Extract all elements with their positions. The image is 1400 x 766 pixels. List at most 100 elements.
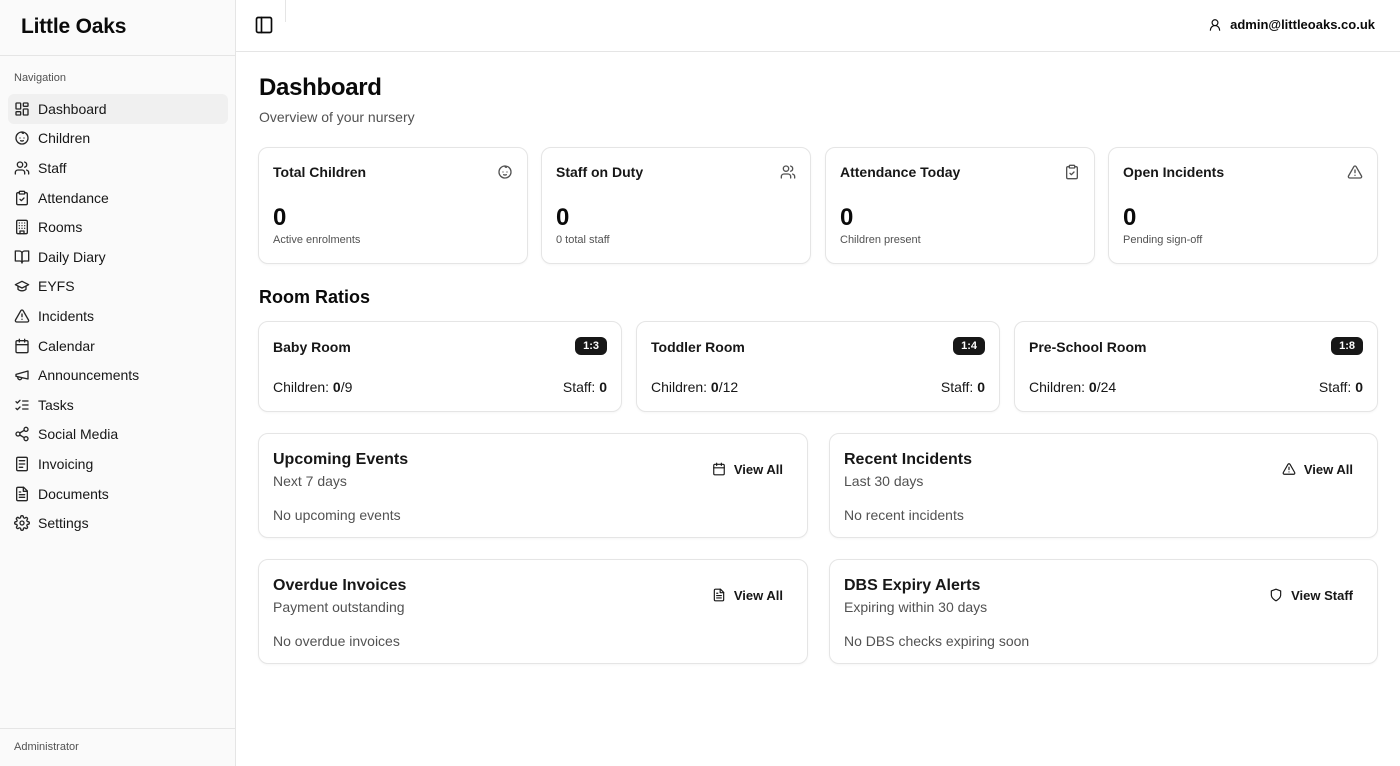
sidebar-item-label: Announcements: [38, 367, 140, 384]
sidebar-item-label: Attendance: [38, 189, 109, 206]
empty-state: No upcoming events: [273, 507, 401, 523]
panel-dbs-expiry-alerts: DBS Expiry Alerts Expiring within 30 day…: [829, 559, 1378, 664]
book-open-icon: [14, 249, 30, 265]
divider: [285, 0, 286, 22]
sidebar-nav: Dashboard Children Staff Attendance Room…: [8, 94, 228, 538]
nav-section-label: Navigation: [14, 72, 66, 84]
empty-state: No overdue invoices: [273, 633, 400, 649]
page-title: Dashboard: [259, 74, 382, 101]
clipboard-check-icon: [1064, 164, 1080, 180]
room-children-count: Children: 0/9: [273, 379, 353, 395]
sidebar-item-label: Staff: [38, 159, 67, 176]
panel-recent-incidents: Recent Incidents Last 30 days No recent …: [829, 433, 1378, 538]
alert-triangle-icon: [1282, 462, 1296, 476]
stat-subtitle: Pending sign-off: [1123, 234, 1203, 246]
stat-title: Attendance Today: [840, 164, 961, 180]
user-email: admin@littleoaks.co.uk: [1230, 17, 1375, 32]
room-ratios-heading: Room Ratios: [259, 287, 371, 307]
sidebar-item-tasks[interactable]: Tasks: [8, 390, 228, 420]
room-card-pre-school[interactable]: Pre-School Room 1:8 Children: 0/24 Staff…: [1014, 321, 1378, 412]
room-name: Baby Room: [273, 339, 351, 355]
room-children-count: Children: 0/12: [651, 379, 739, 395]
panel-subtitle: Next 7 days: [273, 473, 347, 489]
app-logo[interactable]: Little Oaks: [0, 0, 235, 56]
stat-card-total-children: Total Children 0 Active enrolments: [258, 147, 528, 264]
sidebar-item-invoicing[interactable]: Invoicing: [8, 449, 228, 479]
sidebar-item-staff[interactable]: Staff: [8, 153, 228, 183]
stat-subtitle: Active enrolments: [273, 234, 361, 246]
dashboard-icon: [14, 101, 30, 117]
ratio-badge: 1:4: [953, 337, 985, 355]
stat-card-staff-on-duty: Staff on Duty 0 0 total staff: [541, 147, 811, 264]
users-icon: [14, 160, 30, 176]
view-all-incidents-button[interactable]: View All: [1272, 458, 1363, 480]
view-all-events-button[interactable]: View All: [702, 458, 793, 480]
page-subtitle: Overview of your nursery: [259, 109, 415, 125]
sidebar-item-settings[interactable]: Settings: [8, 508, 228, 538]
ratio-badge: 1:8: [1331, 337, 1363, 355]
panel-title: DBS Expiry Alerts: [844, 577, 981, 594]
sidebar-item-rooms[interactable]: Rooms: [8, 212, 228, 242]
sidebar-item-daily-diary[interactable]: Daily Diary: [8, 242, 228, 272]
sidebar-item-label: Documents: [38, 485, 109, 502]
sidebar-item-children[interactable]: Children: [8, 124, 228, 154]
room-staff-count: Staff: 0: [562, 379, 607, 395]
sidebar: Little Oaks Navigation Dashboard Childre…: [0, 0, 236, 766]
sidebar-item-social-media[interactable]: Social Media: [8, 420, 228, 450]
user-menu[interactable]: admin@littleoaks.co.uk: [1208, 17, 1375, 32]
building-icon: [14, 219, 30, 235]
sidebar-item-label: Social Media: [38, 426, 119, 443]
sidebar-item-label: Dashboard: [38, 100, 107, 117]
panel-subtitle: Payment outstanding: [273, 599, 405, 615]
view-all-invoices-button[interactable]: View All: [702, 584, 793, 606]
megaphone-icon: [14, 367, 30, 383]
panel-title: Overdue Invoices: [273, 577, 407, 594]
panel-title: Recent Incidents: [844, 451, 973, 468]
sidebar-item-documents[interactable]: Documents: [8, 479, 228, 509]
alert-triangle-icon: [1347, 164, 1363, 180]
sidebar-toggle-icon[interactable]: [254, 15, 274, 35]
sidebar-item-label: Invoicing: [38, 455, 94, 472]
view-staff-button[interactable]: View Staff: [1259, 584, 1363, 606]
share-icon: [14, 426, 30, 442]
sidebar-item-label: Daily Diary: [38, 248, 106, 265]
sidebar-item-announcements[interactable]: Announcements: [8, 360, 228, 390]
sidebar-item-label: EYFS: [38, 278, 75, 295]
receipt-icon: [14, 456, 30, 472]
clipboard-check-icon: [14, 190, 30, 206]
file-text-icon: [14, 486, 30, 502]
room-name: Pre-School Room: [1029, 339, 1147, 355]
sidebar-item-eyfs[interactable]: EYFS: [8, 272, 228, 302]
room-children-count: Children: 0/24: [1029, 379, 1117, 395]
room-card-baby[interactable]: Baby Room 1:3 Children: 0/9 Staff: 0: [258, 321, 622, 412]
sidebar-item-incidents[interactable]: Incidents: [8, 301, 228, 331]
sidebar-item-label: Calendar: [38, 337, 95, 354]
stat-card-attendance-today: Attendance Today 0 Children present: [825, 147, 1095, 264]
stat-value: 0: [1123, 204, 1137, 231]
empty-state: No recent incidents: [844, 507, 964, 523]
room-staff-count: Staff: 0: [940, 379, 985, 395]
room-card-toddler[interactable]: Toddler Room 1:4 Children: 0/12 Staff: 0: [636, 321, 1000, 412]
stat-card-open-incidents: Open Incidents 0 Pending sign-off: [1108, 147, 1378, 264]
panel-title: Upcoming Events: [273, 451, 409, 468]
sidebar-item-label: Children: [38, 130, 91, 147]
baby-icon: [14, 130, 30, 146]
panel-upcoming-events: Upcoming Events Next 7 days No upcoming …: [258, 433, 808, 538]
panel-subtitle: Expiring within 30 days: [844, 599, 988, 615]
empty-state: No DBS checks expiring soon: [844, 633, 1030, 649]
sidebar-item-dashboard[interactable]: Dashboard: [8, 94, 228, 124]
shield-icon: [1269, 588, 1283, 602]
top-bar: admin@littleoaks.co.uk: [236, 0, 1400, 52]
list-checks-icon: [14, 397, 30, 413]
panel-subtitle: Last 30 days: [844, 473, 924, 489]
sidebar-item-label: Tasks: [38, 396, 74, 413]
user-icon: [1208, 18, 1222, 32]
stat-title: Total Children: [273, 164, 367, 180]
room-name: Toddler Room: [651, 339, 745, 355]
stat-title: Open Incidents: [1123, 164, 1225, 180]
sidebar-item-attendance[interactable]: Attendance: [8, 183, 228, 213]
gear-icon: [14, 515, 30, 531]
stat-subtitle: Children present: [840, 234, 921, 246]
stat-subtitle: 0 total staff: [556, 234, 610, 246]
sidebar-item-calendar[interactable]: Calendar: [8, 331, 228, 361]
